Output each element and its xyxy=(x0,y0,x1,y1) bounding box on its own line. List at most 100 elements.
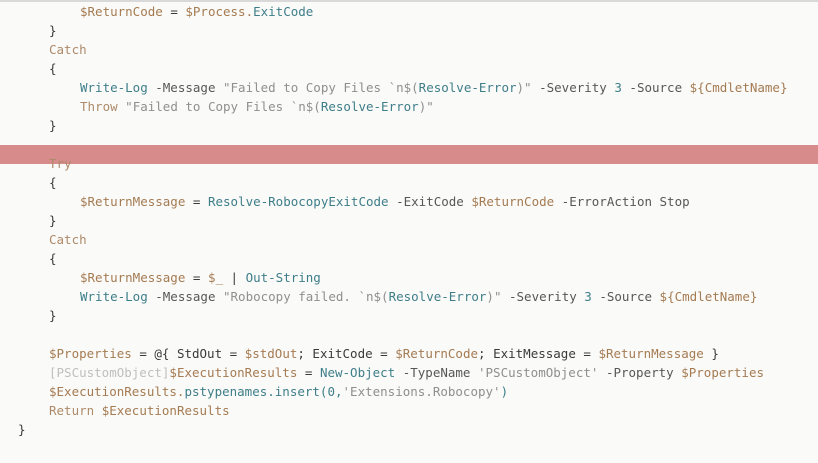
code-line-content: Write-Log -Message "Robocopy failed. `n$… xyxy=(80,287,757,306)
code-token: ${CmdletName} xyxy=(659,289,758,304)
code-token: Resolve-Error xyxy=(320,99,419,114)
code-token: } xyxy=(49,213,57,228)
code-line-content: $ReturnCode = $Process.ExitCode xyxy=(80,2,313,21)
code-token: } xyxy=(18,422,26,437)
code-token: = xyxy=(185,270,208,285)
code-token: { xyxy=(49,175,57,190)
code-token: )" xyxy=(418,99,434,114)
code-token: Resolve-RobocopyExitCode xyxy=(207,194,389,209)
code-line[interactable]: { xyxy=(0,59,818,78)
code-token: Catch xyxy=(49,42,87,57)
code-token: "Robocopy failed. `n$( xyxy=(223,289,389,304)
code-token: Throw xyxy=(80,99,118,114)
code-token: "Failed to Copy Files `n$( xyxy=(117,99,321,114)
code-line[interactable] xyxy=(0,325,818,344)
code-token: [PSCustomObject] xyxy=(49,365,170,380)
code-line[interactable]: } xyxy=(0,211,818,230)
code-token: $ExecutionResults. xyxy=(49,384,185,399)
code-line[interactable]: Catch xyxy=(0,40,818,59)
code-line[interactable] xyxy=(0,135,818,154)
code-token: $ReturnMessage xyxy=(80,194,186,209)
code-token: } xyxy=(703,346,719,361)
code-token: $stdOut xyxy=(244,346,298,361)
code-token: Write-Log xyxy=(80,289,148,304)
code-token: )" xyxy=(486,289,502,304)
code-line[interactable]: { xyxy=(0,249,818,268)
code-token: } xyxy=(49,118,57,133)
code-token: "Failed to Copy Files `n$( xyxy=(223,80,419,95)
code-token: $Process. xyxy=(185,4,254,19)
code-line-content: Catch xyxy=(49,230,87,249)
code-token: = xyxy=(185,194,208,209)
code-token: } xyxy=(49,308,57,323)
code-token: 3 xyxy=(614,80,622,95)
code-token: Return xyxy=(49,403,95,418)
code-token: $Properties xyxy=(681,365,765,380)
code-token: -Source xyxy=(591,289,660,304)
code-line-content: { xyxy=(49,173,57,192)
code-token: = xyxy=(297,365,320,380)
code-line-content: [PSCustomObject]$ExecutionResults = New-… xyxy=(49,363,764,382)
code-line-content: Throw "Failed to Copy Files `n$(Resolve-… xyxy=(80,97,434,116)
code-line[interactable]: Write-Log -Message "Robocopy failed. `n$… xyxy=(0,287,818,306)
code-token: $ExecutionResults xyxy=(101,403,230,418)
code-token: Resolve-Error xyxy=(388,289,487,304)
code-line[interactable]: Try xyxy=(0,154,818,173)
code-token: } xyxy=(49,23,57,38)
code-line[interactable]: $ExecutionResults.pstypenames.insert(0,'… xyxy=(0,382,818,401)
code-line[interactable]: } xyxy=(0,306,818,325)
code-token: Try xyxy=(49,156,72,171)
code-token: = xyxy=(162,4,186,19)
code-line[interactable]: Throw "Failed to Copy Files `n$(Resolve-… xyxy=(0,97,818,116)
code-line-content: } xyxy=(49,21,57,40)
code-line-content: { xyxy=(49,249,57,268)
code-token: pstypenames.insert(0, xyxy=(184,384,343,399)
code-line[interactable]: } xyxy=(0,21,818,40)
code-token: Resolve-Error xyxy=(418,80,517,95)
code-line[interactable]: { xyxy=(0,173,818,192)
code-token: Catch xyxy=(49,232,87,247)
code-token: )" xyxy=(516,80,532,95)
code-token: = @{ StdOut = xyxy=(131,346,245,361)
code-line-content: Try xyxy=(49,154,72,173)
code-token: -Severity xyxy=(531,80,615,95)
code-token: ; ExitCode = xyxy=(297,346,396,361)
code-line[interactable]: } xyxy=(0,420,818,439)
code-line-content: Write-Log -Message "Failed to Copy Files… xyxy=(80,78,787,97)
code-token: $ReturnCode xyxy=(395,346,479,361)
code-editor[interactable]: $ReturnCode = $Process.ExitCode} Catch {Wr… xyxy=(0,2,818,439)
code-line-content: } xyxy=(49,306,57,325)
code-token: ExitCode xyxy=(253,4,314,19)
code-token: $ReturnMessage xyxy=(80,270,186,285)
code-line[interactable]: $Properties = @{ StdOut = $stdOut; ExitC… xyxy=(0,344,818,363)
code-line-content: $Properties = @{ StdOut = $stdOut; ExitC… xyxy=(49,344,719,363)
code-token: -TypeName xyxy=(395,365,478,380)
code-line-content: Catch xyxy=(49,40,87,59)
code-line[interactable]: $ReturnMessage = $_ | Out-String xyxy=(0,268,818,287)
code-line-content: } xyxy=(18,420,26,439)
code-line[interactable]: $ReturnCode = $Process.ExitCode xyxy=(0,2,818,21)
code-token: ; ExitMessage = xyxy=(478,346,599,361)
code-token: $ReturnMessage xyxy=(598,346,704,361)
code-token: New-Object xyxy=(319,365,396,380)
code-token: { xyxy=(49,251,57,266)
code-line[interactable]: $ReturnMessage = Resolve-RobocopyExitCod… xyxy=(0,192,818,211)
code-line[interactable]: } xyxy=(0,116,818,135)
code-token: -Message xyxy=(147,80,223,95)
code-token: 'Extensions.Robocopy' xyxy=(342,384,501,399)
code-line-content: $ExecutionResults.pstypenames.insert(0,'… xyxy=(49,382,508,401)
code-line[interactable]: Write-Log -Message "Failed to Copy Files… xyxy=(0,78,818,97)
code-token: ) xyxy=(500,384,509,399)
code-line[interactable]: Return $ExecutionResults xyxy=(0,401,818,420)
code-token: $ReturnCode xyxy=(471,194,555,209)
code-token: -Severity xyxy=(501,289,585,304)
code-token: $ExecutionResults xyxy=(169,365,298,380)
code-line[interactable]: Catch xyxy=(0,230,818,249)
code-token: -Source xyxy=(621,80,690,95)
code-token: 3 xyxy=(584,289,592,304)
code-token: Out-String xyxy=(245,270,321,285)
code-token: $ReturnCode xyxy=(80,4,163,19)
code-line[interactable]: [PSCustomObject]$ExecutionResults = New-… xyxy=(0,363,818,382)
code-token: | xyxy=(223,270,246,285)
code-token: -ExitCode xyxy=(388,194,472,209)
